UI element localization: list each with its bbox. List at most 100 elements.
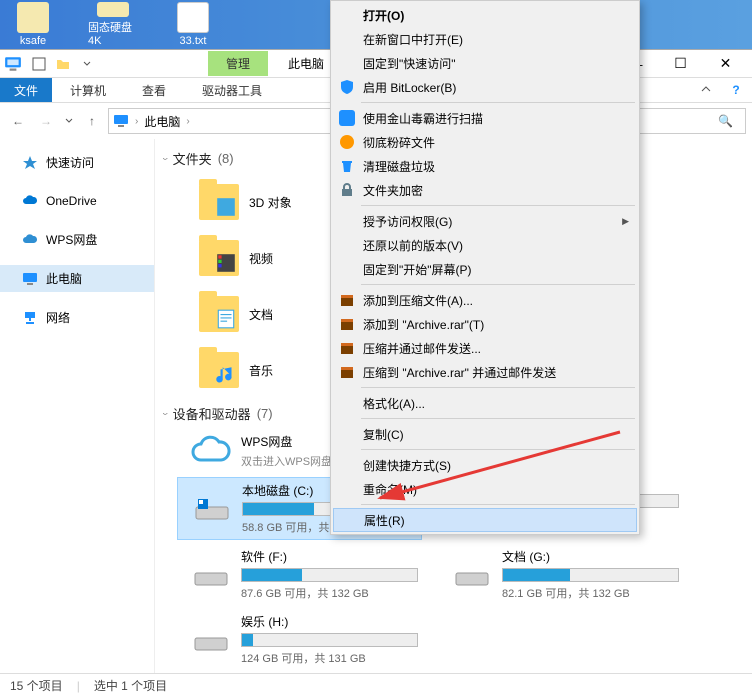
- pc-icon: [22, 271, 38, 287]
- ribbon-collapse-button[interactable]: [696, 83, 716, 98]
- group-title: 设备和驱动器: [173, 404, 251, 423]
- desktop-icon-ssd4k[interactable]: 固态硬盘4K: [88, 2, 138, 47]
- sidebar-item-network[interactable]: 网络: [0, 304, 154, 331]
- separator: |: [77, 679, 80, 693]
- window-title: 此电脑: [288, 55, 324, 72]
- disk-icon: [191, 558, 231, 592]
- ctx-clean-disk[interactable]: 清理磁盘垃圾: [333, 154, 637, 178]
- ctx-label: 清理磁盘垃圾: [363, 158, 629, 175]
- drive-name: 软件 (F:): [241, 548, 418, 565]
- star-icon: [22, 155, 38, 171]
- desktop-icon-ksafe[interactable]: ksafe: [8, 2, 58, 47]
- desktop-icon-label: ksafe: [20, 35, 46, 47]
- this-pc-icon: [4, 55, 22, 73]
- ctx-encrypt-folder[interactable]: 文件夹加密: [333, 178, 637, 202]
- ctx-label: 使用金山毒霸进行扫描: [363, 110, 629, 127]
- folder-icon: [199, 184, 239, 220]
- drive-item-h[interactable]: 娱乐 (H:) 124 GB 可用，共 131 GB: [177, 609, 422, 670]
- status-selected-count: 选中 1 个项目: [94, 677, 167, 694]
- sidebar-item-label: 快速访问: [46, 154, 94, 171]
- folder-icon: [97, 2, 129, 17]
- ctx-pin-start[interactable]: 固定到"开始"屏幕(P): [333, 257, 637, 281]
- breadcrumb-separator[interactable]: ›: [186, 116, 189, 127]
- shred-icon: [339, 134, 355, 150]
- search-icon[interactable]: 🔍: [718, 114, 733, 128]
- desktop-icon-33txt[interactable]: 33.txt: [168, 2, 218, 47]
- ctx-rename[interactable]: 重命名(M): [333, 477, 637, 501]
- folder-label: 视频: [249, 250, 273, 267]
- ctx-grant-access[interactable]: 授予访问权限(G)▶: [333, 209, 637, 233]
- ctx-label: 启用 BitLocker(B): [363, 79, 629, 96]
- qat-new-folder-button[interactable]: [52, 53, 74, 75]
- drive-subtext: 82.1 GB 可用，共 132 GB: [502, 585, 679, 601]
- sidebar-item-onedrive[interactable]: OneDrive: [0, 188, 154, 214]
- ctx-label: 固定到"快速访问": [363, 55, 629, 72]
- folder-label: 文档: [249, 306, 273, 323]
- sidebar-item-quick-access[interactable]: 快速访问: [0, 149, 154, 176]
- computer-tab[interactable]: 计算机: [52, 78, 124, 103]
- trash-icon: [339, 158, 355, 174]
- ctx-create-shortcut[interactable]: 创建快捷方式(S): [333, 453, 637, 477]
- group-title: 文件夹: [173, 149, 212, 168]
- winrar-icon: [339, 340, 355, 356]
- recent-locations-button[interactable]: [62, 109, 76, 133]
- drive-capacity-bar: [502, 568, 679, 582]
- help-button[interactable]: ?: [726, 83, 746, 97]
- winrar-icon: [339, 292, 355, 308]
- ctx-restore-previous[interactable]: 还原以前的版本(V): [333, 233, 637, 257]
- group-count: (7): [257, 406, 273, 421]
- up-button[interactable]: ↑: [80, 109, 104, 133]
- forward-button[interactable]: →: [34, 109, 58, 133]
- winrar-icon: [339, 316, 355, 332]
- ctx-format[interactable]: 格式化(A)...: [333, 391, 637, 415]
- ctx-label: 授予访问权限(G): [363, 213, 614, 230]
- ctx-open-new-window[interactable]: 在新窗口中打开(E): [333, 27, 637, 51]
- ctx-rar-archive[interactable]: 添加到 "Archive.rar"(T): [333, 312, 637, 336]
- ctx-label: 属性(R): [364, 512, 628, 529]
- folder-label: 音乐: [249, 362, 273, 379]
- qat-dropdown[interactable]: [76, 53, 98, 75]
- ctx-label: 压缩并通过邮件发送...: [363, 340, 629, 357]
- ctx-label: 在新窗口中打开(E): [363, 31, 629, 48]
- separator: [361, 504, 635, 505]
- ctx-rar-mail2[interactable]: 压缩到 "Archive.rar" 并通过邮件发送: [333, 360, 637, 384]
- ctx-jinshan-scan[interactable]: 使用金山毒霸进行扫描: [333, 106, 637, 130]
- maximize-button[interactable]: ☐: [658, 50, 703, 78]
- drive-subtext: 124 GB 可用，共 131 GB: [241, 650, 418, 666]
- sidebar-item-label: 此电脑: [46, 270, 82, 287]
- drive-item-f[interactable]: 软件 (F:) 87.6 GB 可用，共 132 GB: [177, 544, 422, 605]
- file-tab[interactable]: 文件: [0, 78, 52, 102]
- qat-properties-button[interactable]: [28, 53, 50, 75]
- sidebar-item-wps[interactable]: WPS网盘: [0, 226, 154, 253]
- ctx-rar-add[interactable]: 添加到压缩文件(A)...: [333, 288, 637, 312]
- antivirus-icon: [339, 110, 355, 126]
- ctx-open[interactable]: 打开(O): [333, 3, 637, 27]
- drive-name: 娱乐 (H:): [241, 613, 418, 630]
- ribbon-contextual-manage[interactable]: 管理: [208, 51, 268, 76]
- view-tab[interactable]: 查看: [124, 78, 184, 103]
- folder-icon: [17, 2, 49, 33]
- ctx-label: 添加到压缩文件(A)...: [363, 292, 629, 309]
- ctx-shred[interactable]: 彻底粉碎文件: [333, 130, 637, 154]
- ctx-label: 彻底粉碎文件: [363, 134, 629, 151]
- network-icon: [22, 310, 38, 326]
- ctx-properties[interactable]: 属性(R): [333, 508, 637, 532]
- sidebar-item-this-pc[interactable]: 此电脑: [0, 265, 154, 292]
- breadcrumb-item[interactable]: 此电脑: [144, 113, 180, 130]
- ctx-copy[interactable]: 复制(C): [333, 422, 637, 446]
- ctx-rar-mail1[interactable]: 压缩并通过邮件发送...: [333, 336, 637, 360]
- ctx-label: 复制(C): [363, 426, 629, 443]
- drive-item-g[interactable]: 文档 (G:) 82.1 GB 可用，共 132 GB: [438, 544, 683, 605]
- close-button[interactable]: ✕: [703, 50, 748, 78]
- ctx-label: 固定到"开始"屏幕(P): [363, 261, 629, 278]
- ctx-bitlocker[interactable]: 启用 BitLocker(B): [333, 75, 637, 99]
- sidebar-item-label: WPS网盘: [46, 231, 97, 248]
- drive-tools-tab[interactable]: 驱动器工具: [184, 78, 280, 103]
- separator: [361, 418, 635, 419]
- back-button[interactable]: ←: [6, 109, 30, 133]
- cloud-icon: [22, 232, 38, 248]
- breadcrumb-separator[interactable]: ›: [135, 116, 138, 127]
- drive-capacity-bar: [241, 568, 418, 582]
- ctx-pin-quick-access[interactable]: 固定到"快速访问": [333, 51, 637, 75]
- separator: [361, 284, 635, 285]
